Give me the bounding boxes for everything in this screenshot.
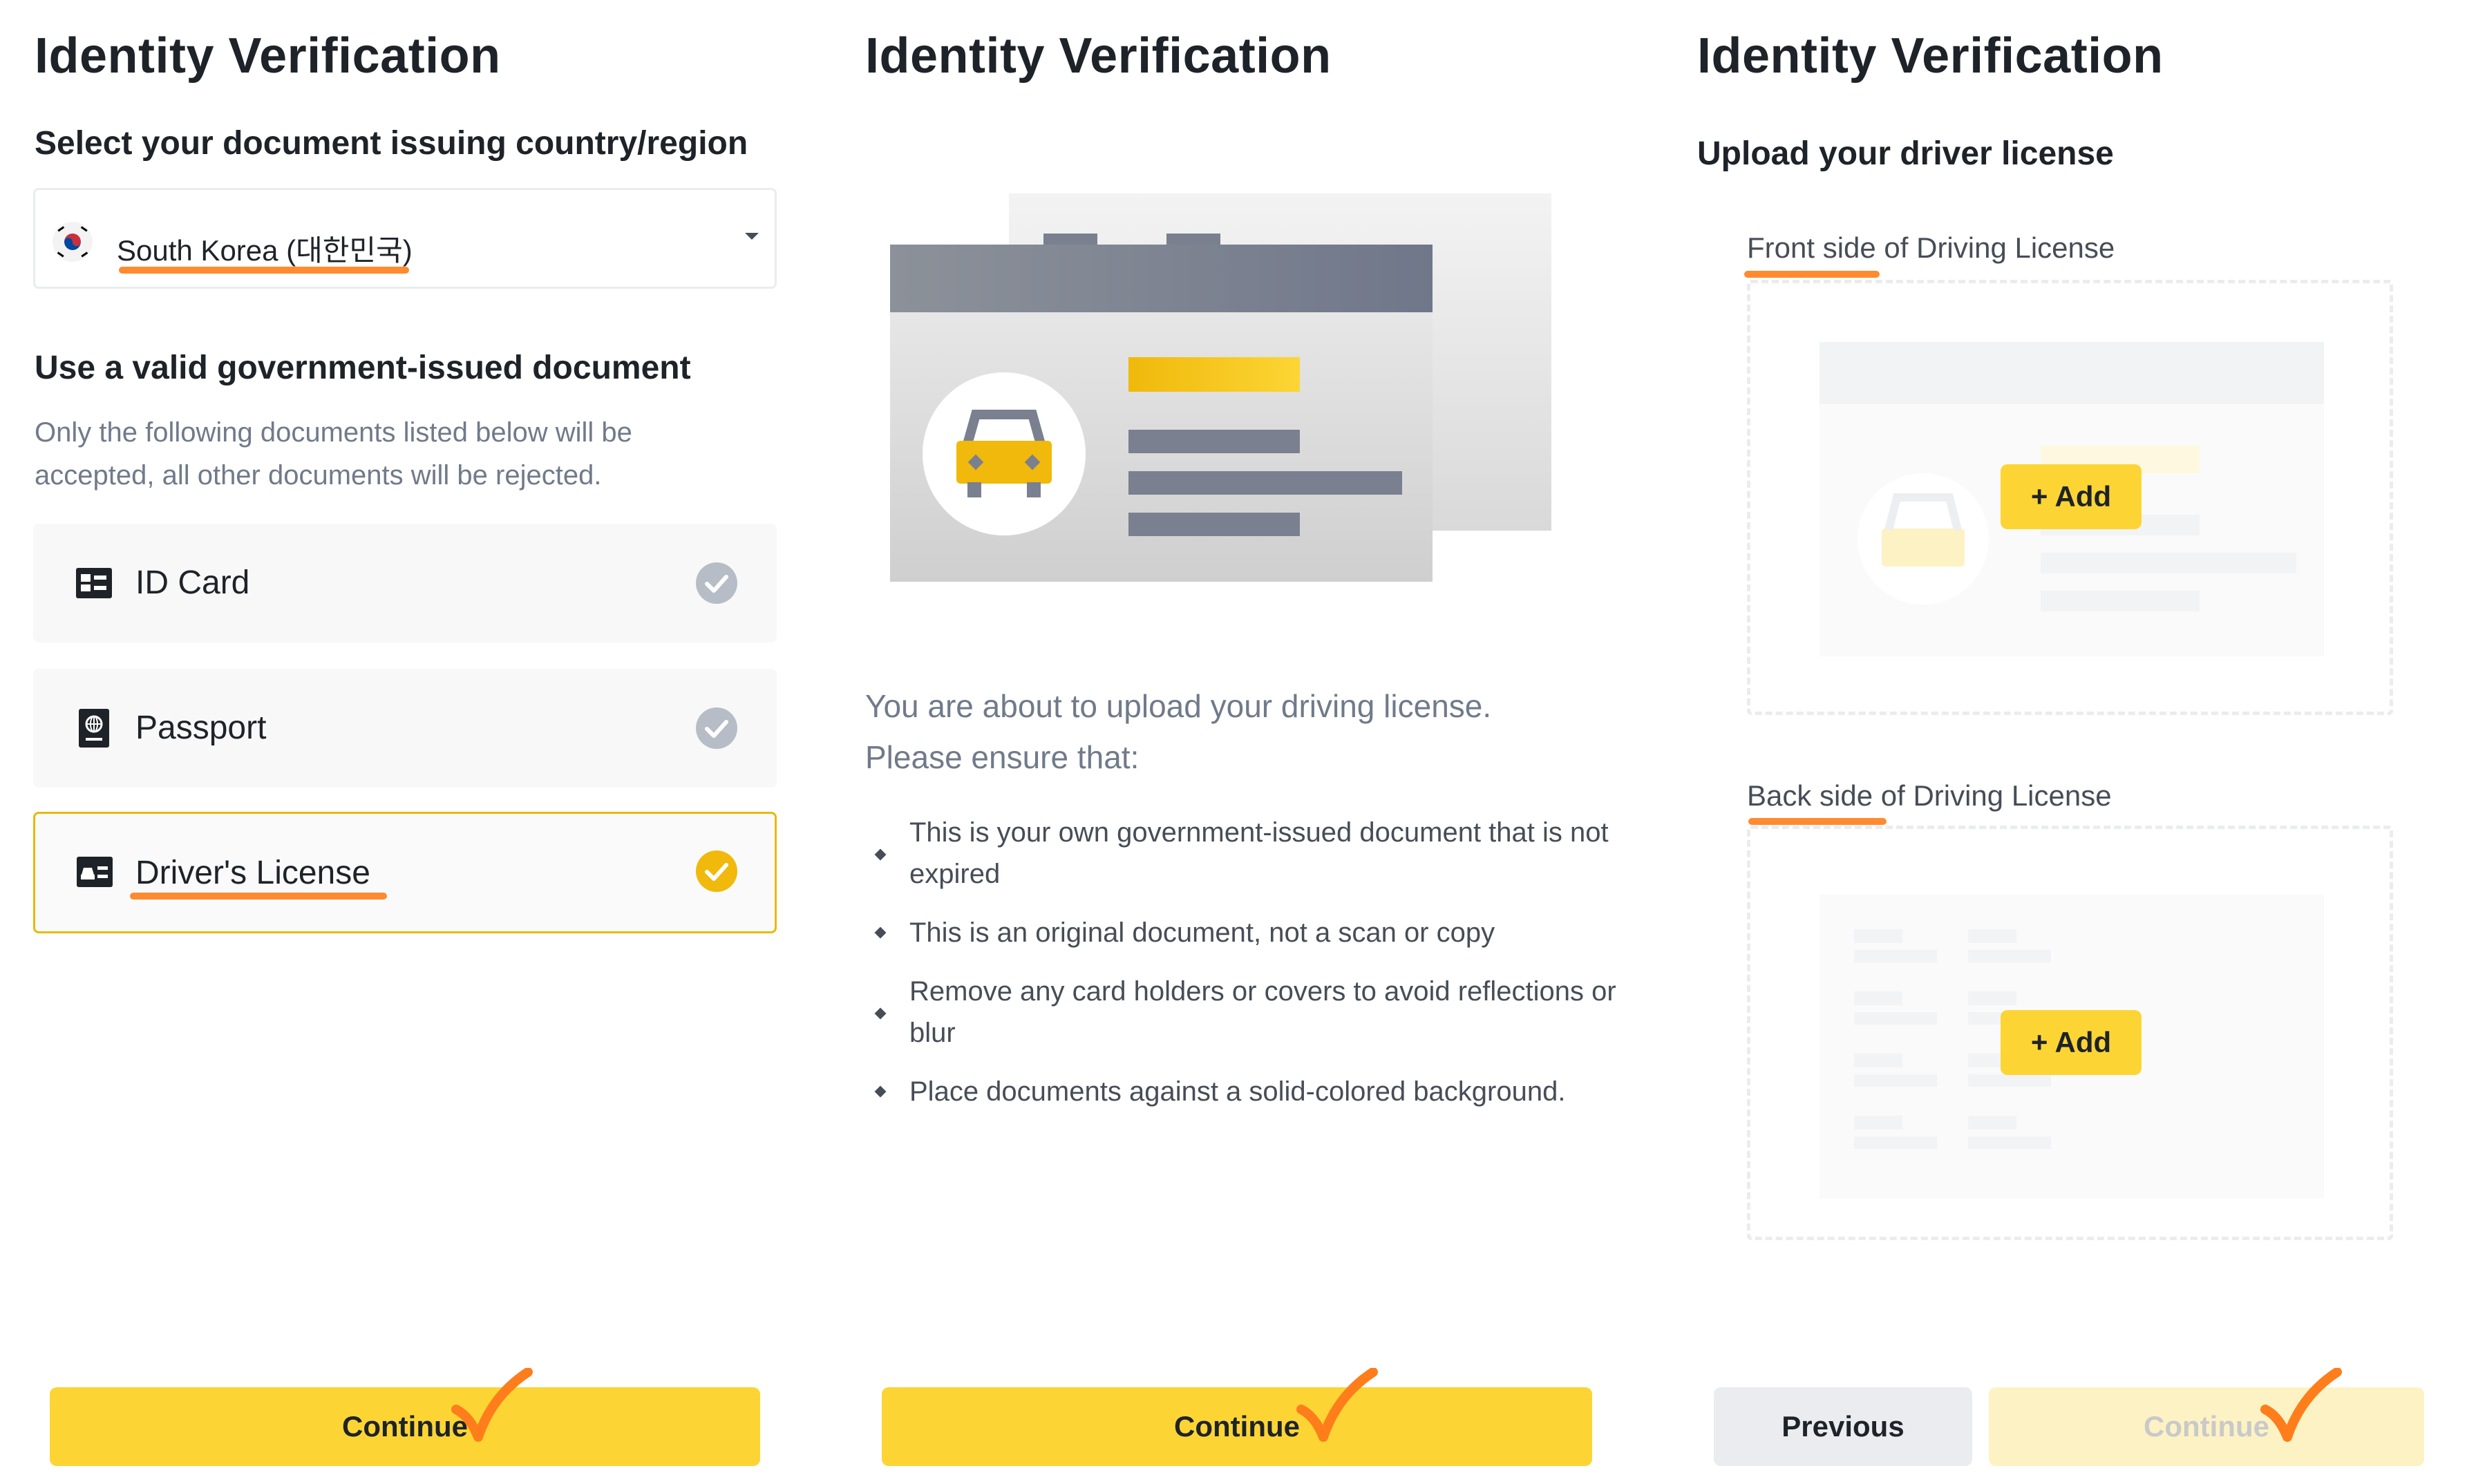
id-card-icon <box>76 568 112 598</box>
requirements-list: This is your own government-issued docum… <box>874 812 1635 1130</box>
country-heading: Select your document issuing country/reg… <box>35 125 748 162</box>
doc-option-label: Driver's License <box>135 855 370 891</box>
annotation-underline <box>1748 818 1887 825</box>
upload-heading: Upload your driver license <box>1697 135 2114 172</box>
front-upload-area[interactable]: + Add <box>1747 280 2393 715</box>
document-note-line: accepted, all other documents will be re… <box>35 460 602 491</box>
upload-intro: You are about to upload your driving lic… <box>865 681 1491 783</box>
list-item-text: Remove any card holders or covers to avo… <box>909 976 1616 1048</box>
list-item: Place documents against a solid-colored … <box>874 1071 1635 1130</box>
document-heading: Use a valid government-issued document <box>35 350 691 386</box>
continue-button[interactable]: Continue <box>50 1387 760 1466</box>
list-item-text: Place documents against a solid-colored … <box>909 1076 1566 1107</box>
drivers-license-icon <box>77 857 113 887</box>
check-circle-icon <box>696 707 737 749</box>
bullet-icon <box>874 848 887 861</box>
continue-button-disabled[interactable]: Continue <box>1989 1387 2424 1466</box>
list-item: This is your own government-issued docum… <box>874 812 1635 912</box>
page-title: Identity Verification <box>1697 28 2164 84</box>
bullet-icon <box>874 1007 887 1020</box>
page-title: Identity Verification <box>865 28 1332 84</box>
doc-option-id-card[interactable]: ID Card <box>33 524 777 643</box>
doc-option-drivers-license[interactable]: Driver's License <box>33 812 777 933</box>
page-title: Identity Verification <box>35 28 501 84</box>
add-back-button[interactable]: + Add <box>2001 1010 2142 1075</box>
document-note: Only the following documents listed belo… <box>35 411 632 497</box>
list-item-text: This is your own government-issued docum… <box>909 817 1609 889</box>
list-item-text: This is an original document, not a scan… <box>909 917 1495 948</box>
caret-down-icon <box>745 233 759 240</box>
korea-flag-icon <box>53 222 93 262</box>
annotation-underline <box>1744 271 1880 278</box>
country-select[interactable]: South Korea (대한민국) <box>33 188 777 289</box>
country-select-value: South Korea (대한민국) <box>117 234 413 267</box>
doc-option-label: ID Card <box>135 564 250 601</box>
upload-intro-line: You are about to upload your driving lic… <box>865 688 1492 724</box>
annotation-underline <box>130 893 387 900</box>
license-illustration <box>890 193 1551 582</box>
front-side-label: Front side of Driving License <box>1747 231 2115 264</box>
passport-icon <box>79 709 109 748</box>
doc-option-label: Passport <box>135 710 267 746</box>
annotation-check-icon <box>451 1368 533 1442</box>
document-note-line: Only the following documents listed belo… <box>35 417 632 448</box>
check-circle-selected-icon <box>696 850 737 892</box>
upload-intro-line: Please ensure that: <box>865 739 1140 775</box>
bullet-icon <box>874 1085 887 1098</box>
back-side-label: Back side of Driving License <box>1747 779 2112 812</box>
doc-option-passport[interactable]: Passport <box>33 669 777 788</box>
add-front-button[interactable]: + Add <box>2001 464 2142 529</box>
annotation-check-icon <box>2260 1368 2342 1442</box>
list-item: Remove any card holders or covers to avo… <box>874 971 1635 1071</box>
bullet-icon <box>874 926 887 939</box>
list-item: This is an original document, not a scan… <box>874 912 1635 971</box>
previous-button[interactable]: Previous <box>1714 1387 1972 1466</box>
annotation-underline <box>119 267 409 274</box>
back-upload-area[interactable]: + Add <box>1747 826 2393 1240</box>
continue-button[interactable]: Continue <box>882 1387 1592 1466</box>
check-circle-icon <box>696 562 737 604</box>
annotation-check-icon <box>1296 1368 1378 1442</box>
